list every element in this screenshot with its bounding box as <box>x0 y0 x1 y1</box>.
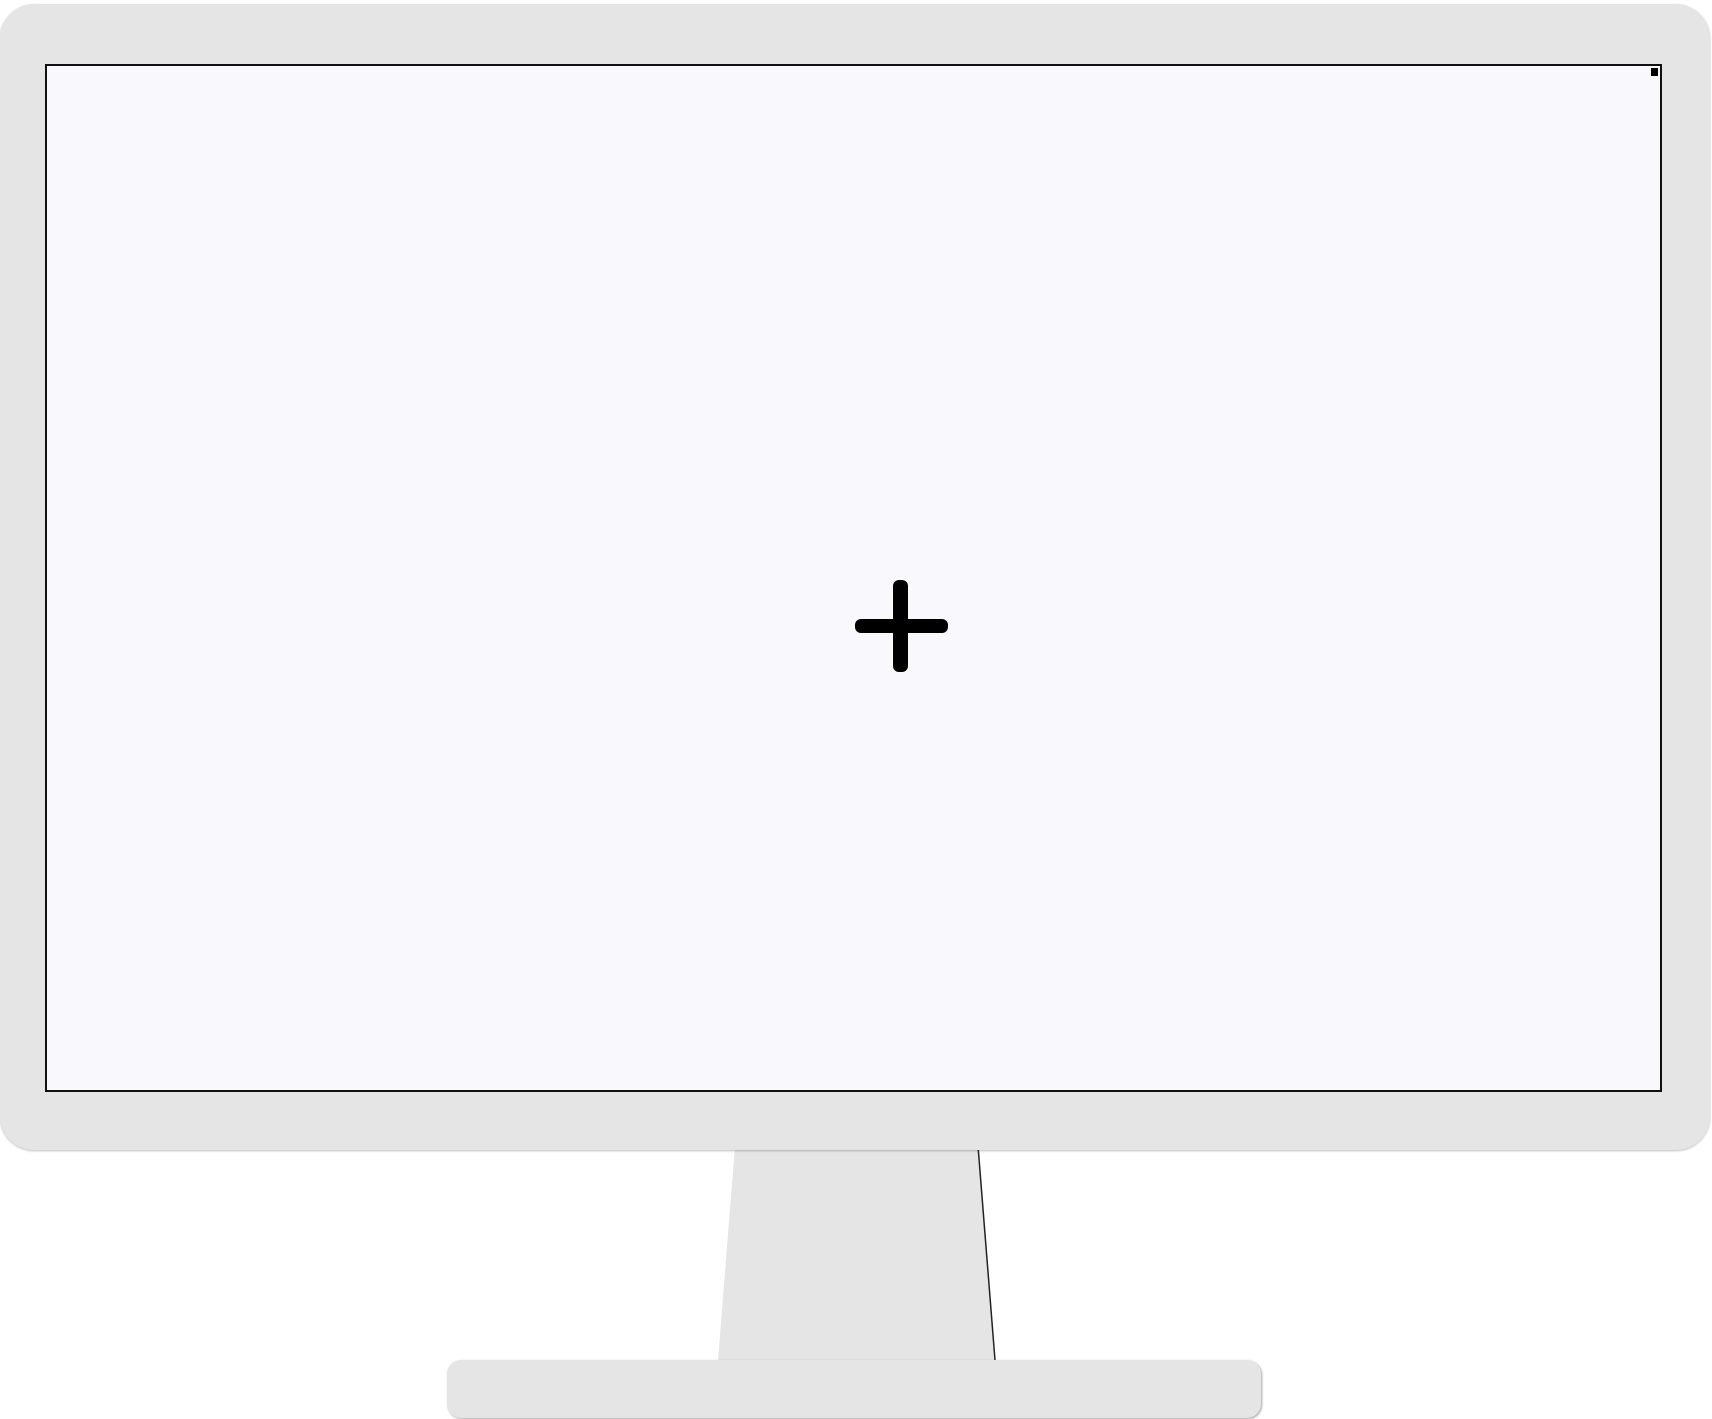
monitor-stand-base <box>447 1360 1261 1418</box>
monitor-screen[interactable] <box>45 64 1662 1092</box>
monitor-bezel <box>0 4 1710 1150</box>
monitor-illustration <box>0 0 1712 1419</box>
square-icon <box>1651 68 1658 76</box>
plus-icon <box>855 580 948 672</box>
